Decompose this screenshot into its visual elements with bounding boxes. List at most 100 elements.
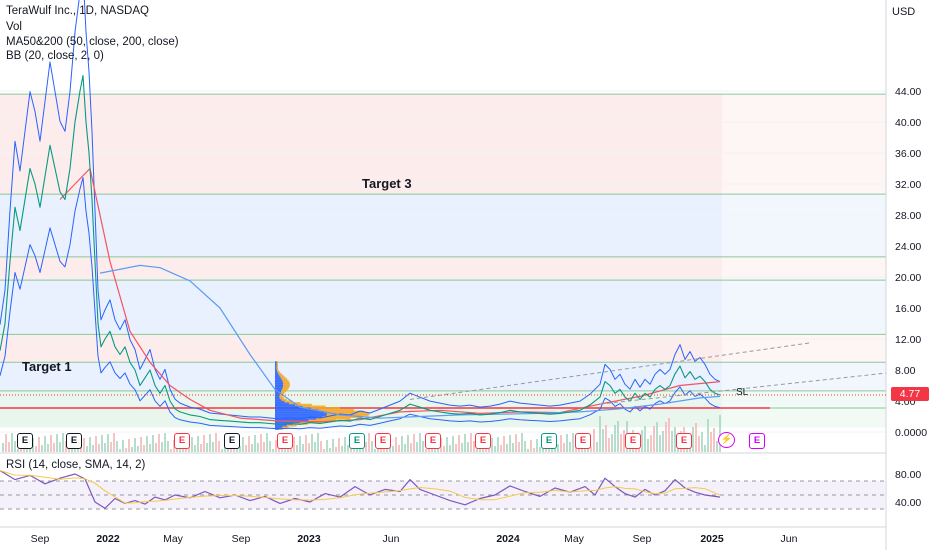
chart-title[interactable]: TeraWulf Inc., 1D, NASDAQ	[6, 5, 149, 17]
volume-bar	[2, 443, 4, 452]
volume-bar	[8, 442, 10, 452]
volume-legend[interactable]: Vol	[6, 21, 22, 33]
x-tick-label-10: Jun	[781, 533, 798, 545]
volume-bar	[212, 442, 214, 452]
volume-bar	[221, 449, 223, 452]
last-price-badge: 4.77	[891, 387, 929, 401]
y-tick-label-11: 44.00	[895, 86, 921, 98]
volume-bar	[536, 439, 538, 452]
volume-bar	[368, 433, 370, 452]
y-tick-label-10: 40.00	[895, 117, 921, 129]
volume-bar	[143, 445, 145, 452]
volume-bar	[446, 437, 448, 452]
volume-bar	[335, 447, 337, 452]
volume-bar	[17, 449, 19, 452]
volume-bar	[209, 434, 211, 452]
volume-bar	[305, 435, 307, 452]
volume-bar	[104, 443, 106, 452]
volume-bar	[452, 436, 454, 452]
rsi-tick-label-1: 80.00	[895, 469, 921, 481]
bb-legend[interactable]: BB (20, close, 2, 0)	[6, 50, 104, 62]
earnings-icon[interactable]: E	[676, 433, 692, 449]
volume-bar	[512, 443, 514, 452]
volume-bar	[170, 449, 172, 452]
volume-bar	[659, 435, 661, 452]
volume-bar	[398, 445, 400, 452]
zone-ext-3	[722, 280, 886, 335]
volume-bar	[116, 441, 118, 452]
volume-bar	[527, 449, 529, 452]
volume-bar	[137, 446, 139, 452]
volume-bar	[155, 443, 157, 452]
volume-bar	[329, 448, 331, 452]
volume-bar	[506, 444, 508, 452]
volume-bar	[365, 442, 367, 452]
volume-bar	[95, 436, 97, 452]
volume-bar	[299, 436, 301, 452]
volume-bar	[422, 441, 424, 452]
volume-bar	[557, 444, 559, 452]
volume-bar	[710, 432, 712, 452]
volume-bar	[464, 434, 466, 452]
earnings-icon[interactable]: E	[541, 433, 557, 449]
volume-bar	[563, 443, 565, 452]
volume-bar	[131, 447, 133, 452]
volume-bar	[617, 421, 619, 452]
earnings-icon[interactable]: E	[17, 433, 33, 449]
volume-bar	[620, 434, 622, 452]
volume-bar	[641, 430, 643, 452]
volume-bar	[569, 442, 571, 452]
earnings-icon[interactable]: E	[224, 433, 240, 449]
currency-label[interactable]: USD	[892, 6, 915, 18]
volume-bar	[119, 449, 121, 452]
volume-bar	[245, 445, 247, 452]
volume-bar	[194, 445, 196, 452]
volume-bar	[419, 433, 421, 452]
volume-bar	[125, 448, 127, 452]
rsi-tick-label-0: 40.00	[895, 497, 921, 509]
volume-bar	[167, 441, 169, 452]
volume-bar	[371, 441, 373, 452]
volume-bar	[68, 449, 70, 452]
volume-bar	[152, 435, 154, 452]
earnings-icon[interactable]: E	[625, 433, 641, 449]
earnings-icon[interactable]: E	[425, 433, 441, 449]
volume-bar	[494, 446, 496, 452]
volume-bar	[596, 442, 598, 452]
volume-bar	[671, 431, 673, 452]
dividend-lightning-icon[interactable]: ⚡	[718, 432, 735, 448]
volume-bar	[413, 434, 415, 452]
earnings-icon[interactable]: E	[475, 433, 491, 449]
ma-legend[interactable]: MA50&200 (50, close, 200, close)	[6, 36, 179, 48]
volume-bar	[86, 446, 88, 452]
volume-profile-up-bar	[275, 361, 277, 364]
volume-bar	[344, 437, 346, 452]
volume-bar	[122, 440, 124, 452]
volume-bar	[467, 442, 469, 452]
volume-bar	[44, 436, 46, 452]
volume-bar	[530, 440, 532, 452]
rsi-legend[interactable]: RSI (14, close, SMA, 14, 2)	[6, 459, 145, 471]
earnings-icon[interactable]: E	[749, 433, 765, 449]
earnings-icon[interactable]: E	[575, 433, 591, 449]
earnings-icon[interactable]: E	[349, 433, 365, 449]
volume-bar	[200, 444, 202, 452]
earnings-icon[interactable]: E	[375, 433, 391, 449]
earnings-icon[interactable]: E	[277, 433, 293, 449]
volume-bar	[242, 437, 244, 452]
volume-bar	[158, 434, 160, 452]
volume-bar	[503, 436, 505, 452]
earnings-icon[interactable]: E	[66, 433, 82, 449]
x-tick-label-1: 2022	[96, 533, 120, 545]
volume-bar	[53, 443, 55, 452]
zone-ext-1	[722, 194, 886, 257]
earnings-icon[interactable]: E	[174, 433, 190, 449]
volume-bar	[455, 444, 457, 452]
volume-bar	[56, 434, 58, 452]
volume-bar	[593, 429, 595, 452]
volume-bar	[602, 429, 604, 452]
volume-bar	[47, 444, 49, 452]
volume-bar	[518, 442, 520, 452]
volume-bar	[497, 437, 499, 452]
volume-bar	[533, 448, 535, 452]
